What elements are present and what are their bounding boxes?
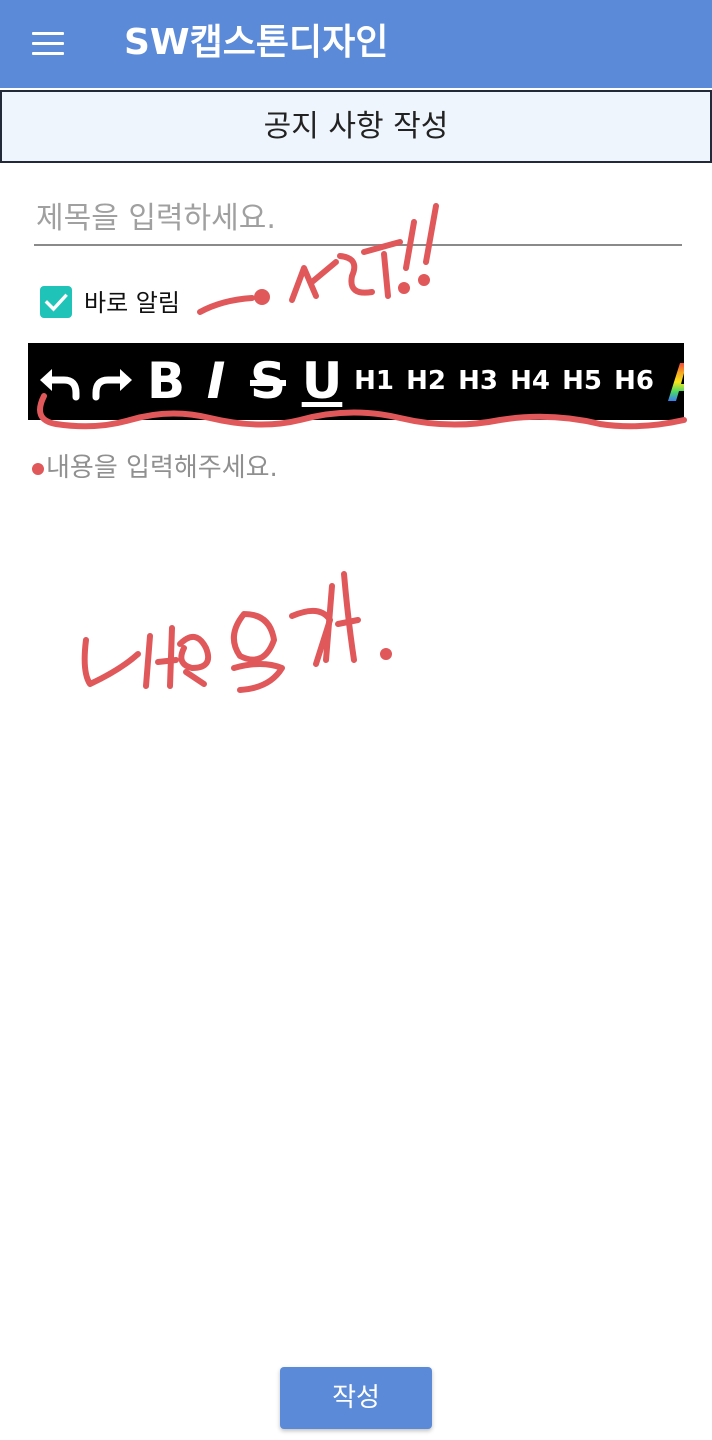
app-screen: SW캡스톤디자인 공지 사항 작성 바로 알림 B I S U H1 xyxy=(0,0,712,1440)
heading-3-button[interactable]: H3 xyxy=(458,343,498,420)
strikethrough-button[interactable]: S xyxy=(244,343,292,420)
heading-2-button[interactable]: H2 xyxy=(406,343,446,420)
app-bar: SW캡스톤디자인 xyxy=(0,0,712,88)
page-title: 공지 사항 작성 xyxy=(0,90,712,163)
bold-button[interactable]: B xyxy=(142,343,190,420)
title-input[interactable] xyxy=(34,192,682,246)
notify-label: 바로 알림 xyxy=(84,289,180,317)
menu-icon[interactable] xyxy=(26,24,70,64)
undo-button[interactable] xyxy=(36,343,84,420)
heading-6-button[interactable]: H6 xyxy=(614,343,654,420)
editor-toolbar: B I S U H1 H2 H3 H4 H5 H6 xyxy=(28,343,684,420)
heading-5-button[interactable]: H5 xyxy=(562,343,602,420)
app-title: SW캡스톤디자인 xyxy=(124,22,389,63)
redo-button[interactable] xyxy=(88,343,136,420)
undo-icon xyxy=(40,369,80,401)
heading-1-button[interactable]: H1 xyxy=(354,343,394,420)
text-color-button[interactable] xyxy=(664,343,684,420)
content-editor[interactable] xyxy=(28,430,684,1330)
content-placeholder: 내용을 입력해주세요. xyxy=(46,453,278,483)
underline-button[interactable]: U xyxy=(298,343,346,420)
notify-checkbox[interactable] xyxy=(40,286,72,318)
italic-button[interactable]: I xyxy=(198,343,234,420)
redo-icon xyxy=(92,369,132,401)
text-color-icon xyxy=(668,363,684,401)
heading-4-button[interactable]: H4 xyxy=(510,343,550,420)
checkmark-icon xyxy=(44,293,68,312)
submit-button[interactable]: 작성 xyxy=(280,1367,432,1429)
